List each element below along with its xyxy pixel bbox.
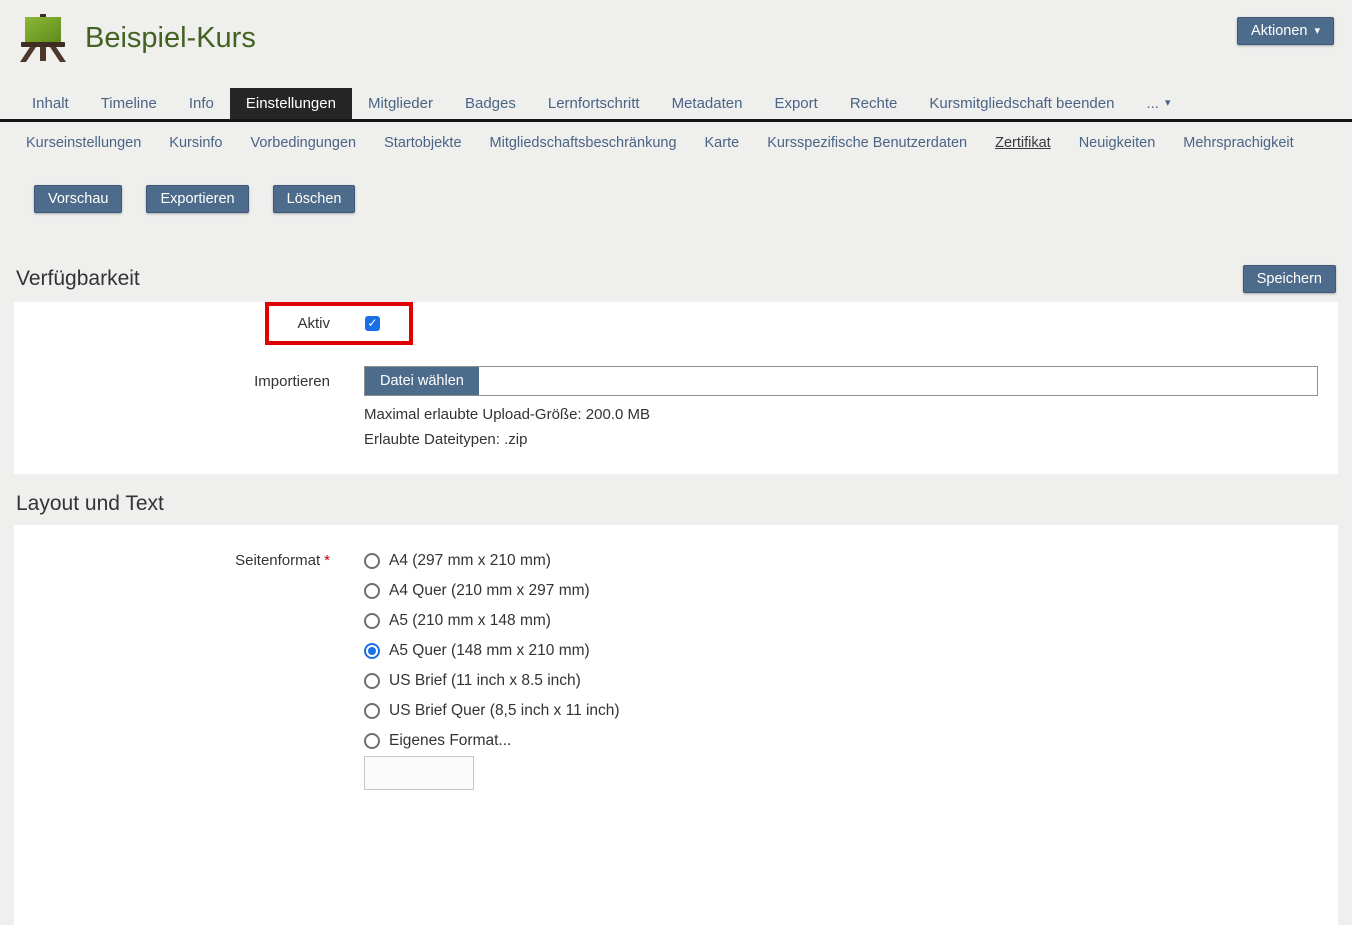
page-format-option[interactable]: Eigenes Format... <box>364 726 620 756</box>
radio-icon[interactable] <box>364 583 380 599</box>
page-format-option-label: US Brief (11 inch x 8.5 inch) <box>389 672 581 690</box>
save-button[interactable]: Speichern <box>1243 265 1336 293</box>
layout-title: Layout und Text <box>16 492 164 516</box>
course-tab[interactable]: Lernfortschritt <box>532 88 656 119</box>
radio-icon[interactable] <box>364 733 380 749</box>
radio-icon[interactable] <box>364 553 380 569</box>
actions-button[interactable]: Aktionen ▾ <box>1237 17 1334 45</box>
custom-format-input[interactable] <box>364 756 474 790</box>
subnav-item[interactable]: Kursspezifische Benutzerdaten <box>767 135 967 151</box>
radio-icon[interactable] <box>364 643 380 659</box>
toolbar-button[interactable]: Vorschau <box>34 185 122 213</box>
page-format-radio-group: A4 (297 mm x 210 mm) A4 Quer (210 mm x 2… <box>364 546 620 756</box>
toolbar-button[interactable]: Löschen <box>273 185 356 213</box>
course-tab[interactable]: Kursmitgliedschaft beenden <box>913 88 1130 119</box>
page-format-option-label: A5 (210 mm x 148 mm) <box>389 612 551 630</box>
course-tab[interactable]: Einstellungen <box>230 88 352 119</box>
layout-section-head: Layout und Text <box>0 492 1352 516</box>
course-easel-icon <box>18 14 68 62</box>
page-format-option-label: A5 Quer (148 mm x 210 mm) <box>389 642 590 660</box>
certificate-toolbar: Vorschau Exportieren Löschen <box>34 185 1352 213</box>
caret-down-icon: ▾ <box>1165 98 1171 109</box>
settings-subnav: Kurseinstellungen Kursinfo Vorbedingunge… <box>0 122 1352 163</box>
page-format-option[interactable]: US Brief Quer (8,5 inch x 11 inch) <box>364 696 620 726</box>
page-format-option[interactable]: A5 (210 mm x 148 mm) <box>364 606 620 636</box>
course-tab[interactable]: Rechte <box>834 88 914 119</box>
aktiv-label: Aktiv <box>269 315 330 332</box>
toolbar-button[interactable]: Exportieren <box>146 185 248 213</box>
max-upload-hint: Maximal erlaubte Upload-Größe: 200.0 MB <box>364 402 1338 427</box>
file-name-field[interactable] <box>479 367 1317 395</box>
course-tab[interactable]: Inhalt <box>16 88 85 119</box>
subnav-item[interactable]: Zertifikat <box>995 135 1051 151</box>
page-format-option-label: Eigenes Format... <box>389 732 511 750</box>
app-header: Beispiel-Kurs Aktionen ▾ <box>0 0 1352 88</box>
actions-button-label: Aktionen <box>1251 23 1307 39</box>
subnav-item[interactable]: Mitgliedschaftsbeschränkung <box>490 135 677 151</box>
required-marker: * <box>324 552 330 569</box>
course-tab[interactable]: Mitglieder <box>352 88 449 119</box>
page-format-option-label: A4 (297 mm x 210 mm) <box>389 552 551 570</box>
course-tab[interactable]: Metadaten <box>656 88 759 119</box>
page-format-option-label: US Brief Quer (8,5 inch x 11 inch) <box>389 702 620 720</box>
subnav-item[interactable]: Kurseinstellungen <box>26 135 141 151</box>
radio-icon[interactable] <box>364 673 380 689</box>
availability-title: Verfügbarkeit <box>16 267 140 291</box>
subnav-item[interactable]: Mehrsprachigkeit <box>1183 135 1293 151</box>
import-label: Importieren <box>14 373 330 390</box>
radio-icon[interactable] <box>364 613 380 629</box>
course-tabbar: Inhalt Timeline Info Einstellungen Mitgl… <box>0 88 1352 122</box>
availability-section-head: Verfügbarkeit Speichern <box>0 265 1352 293</box>
page-format-option[interactable]: A5 Quer (148 mm x 210 mm) <box>364 636 620 666</box>
page-format-option[interactable]: A4 (297 mm x 210 mm) <box>364 546 620 576</box>
subnav-item[interactable]: Kursinfo <box>169 135 222 151</box>
file-upload-input[interactable]: Datei wählen <box>364 366 1318 396</box>
page-format-option[interactable]: US Brief (11 inch x 8.5 inch) <box>364 666 620 696</box>
allowed-types-hint: Erlaubte Dateitypen: .zip <box>364 427 1338 452</box>
page-title: Beispiel-Kurs <box>85 22 256 55</box>
aktiv-checkbox[interactable]: ✓ <box>365 316 380 331</box>
course-tab[interactable]: Info <box>173 88 230 119</box>
caret-down-icon: ▾ <box>1314 26 1320 37</box>
course-tab[interactable]: Export <box>758 88 833 119</box>
subnav-item[interactable]: Neuigkeiten <box>1079 135 1156 151</box>
radio-icon[interactable] <box>364 703 380 719</box>
course-tab[interactable]: Timeline <box>85 88 173 119</box>
availability-panel: Aktiv ✓ Importieren Datei wählen Maximal… <box>14 302 1338 474</box>
page-format-option[interactable]: A4 Quer (210 mm x 297 mm) <box>364 576 620 606</box>
tab-more-label: ... <box>1146 95 1159 112</box>
subnav-item[interactable]: Karte <box>705 135 740 151</box>
page-format-label: Seitenformat* <box>14 546 330 576</box>
aktiv-highlight-box: Aktiv ✓ <box>265 302 413 345</box>
tab-more[interactable]: ... ▾ <box>1130 88 1186 119</box>
page-format-option-label: A4 Quer (210 mm x 297 mm) <box>389 582 590 600</box>
file-choose-button[interactable]: Datei wählen <box>365 367 479 395</box>
course-tab[interactable]: Badges <box>449 88 532 119</box>
subnav-item[interactable]: Vorbedingungen <box>250 135 356 151</box>
subnav-item[interactable]: Startobjekte <box>384 135 461 151</box>
layout-panel: Seitenformat* A4 (297 mm x 210 mm) A4 Qu… <box>14 525 1338 925</box>
